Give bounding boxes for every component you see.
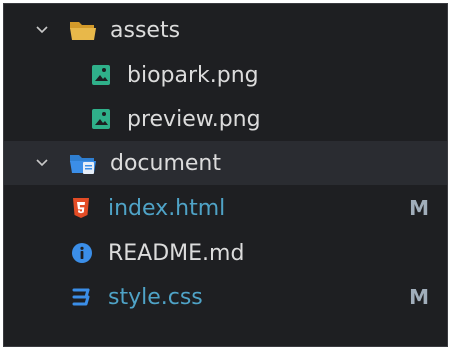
tree-item-readme-md[interactable]: README.md [4, 231, 447, 275]
css3-icon [70, 285, 92, 309]
git-modified-badge: M [409, 196, 429, 220]
chevron-down-icon[interactable] [34, 155, 50, 171]
folder-open-icon [68, 17, 98, 43]
tree-item-assets[interactable]: assets [4, 8, 447, 52]
tree-item-label: preview.png [127, 106, 261, 132]
tree-item-biopark-png[interactable]: biopark.png [4, 53, 447, 97]
file-explorer: assets biopark.png preview.png document … [3, 3, 448, 347]
tree-item-index-html[interactable]: index.html M [4, 186, 447, 230]
git-modified-badge: M [409, 285, 429, 309]
folder-blue-icon [68, 150, 98, 176]
tree-item-style-css[interactable]: style.css M [4, 275, 447, 319]
tree-item-label: assets [110, 17, 181, 43]
tree-item-label: biopark.png [127, 62, 259, 88]
tree-item-document[interactable]: document [4, 141, 447, 185]
image-file-icon [90, 107, 112, 131]
chevron-down-icon[interactable] [34, 22, 50, 38]
tree-item-label: document [110, 150, 221, 176]
tree-item-label: index.html [108, 195, 226, 221]
info-icon [70, 241, 94, 265]
tree-item-label: style.css [108, 284, 203, 310]
tree-item-label: README.md [108, 240, 245, 266]
tree-item-preview-png[interactable]: preview.png [4, 97, 447, 141]
html5-icon [70, 196, 92, 220]
image-file-icon [90, 63, 112, 87]
